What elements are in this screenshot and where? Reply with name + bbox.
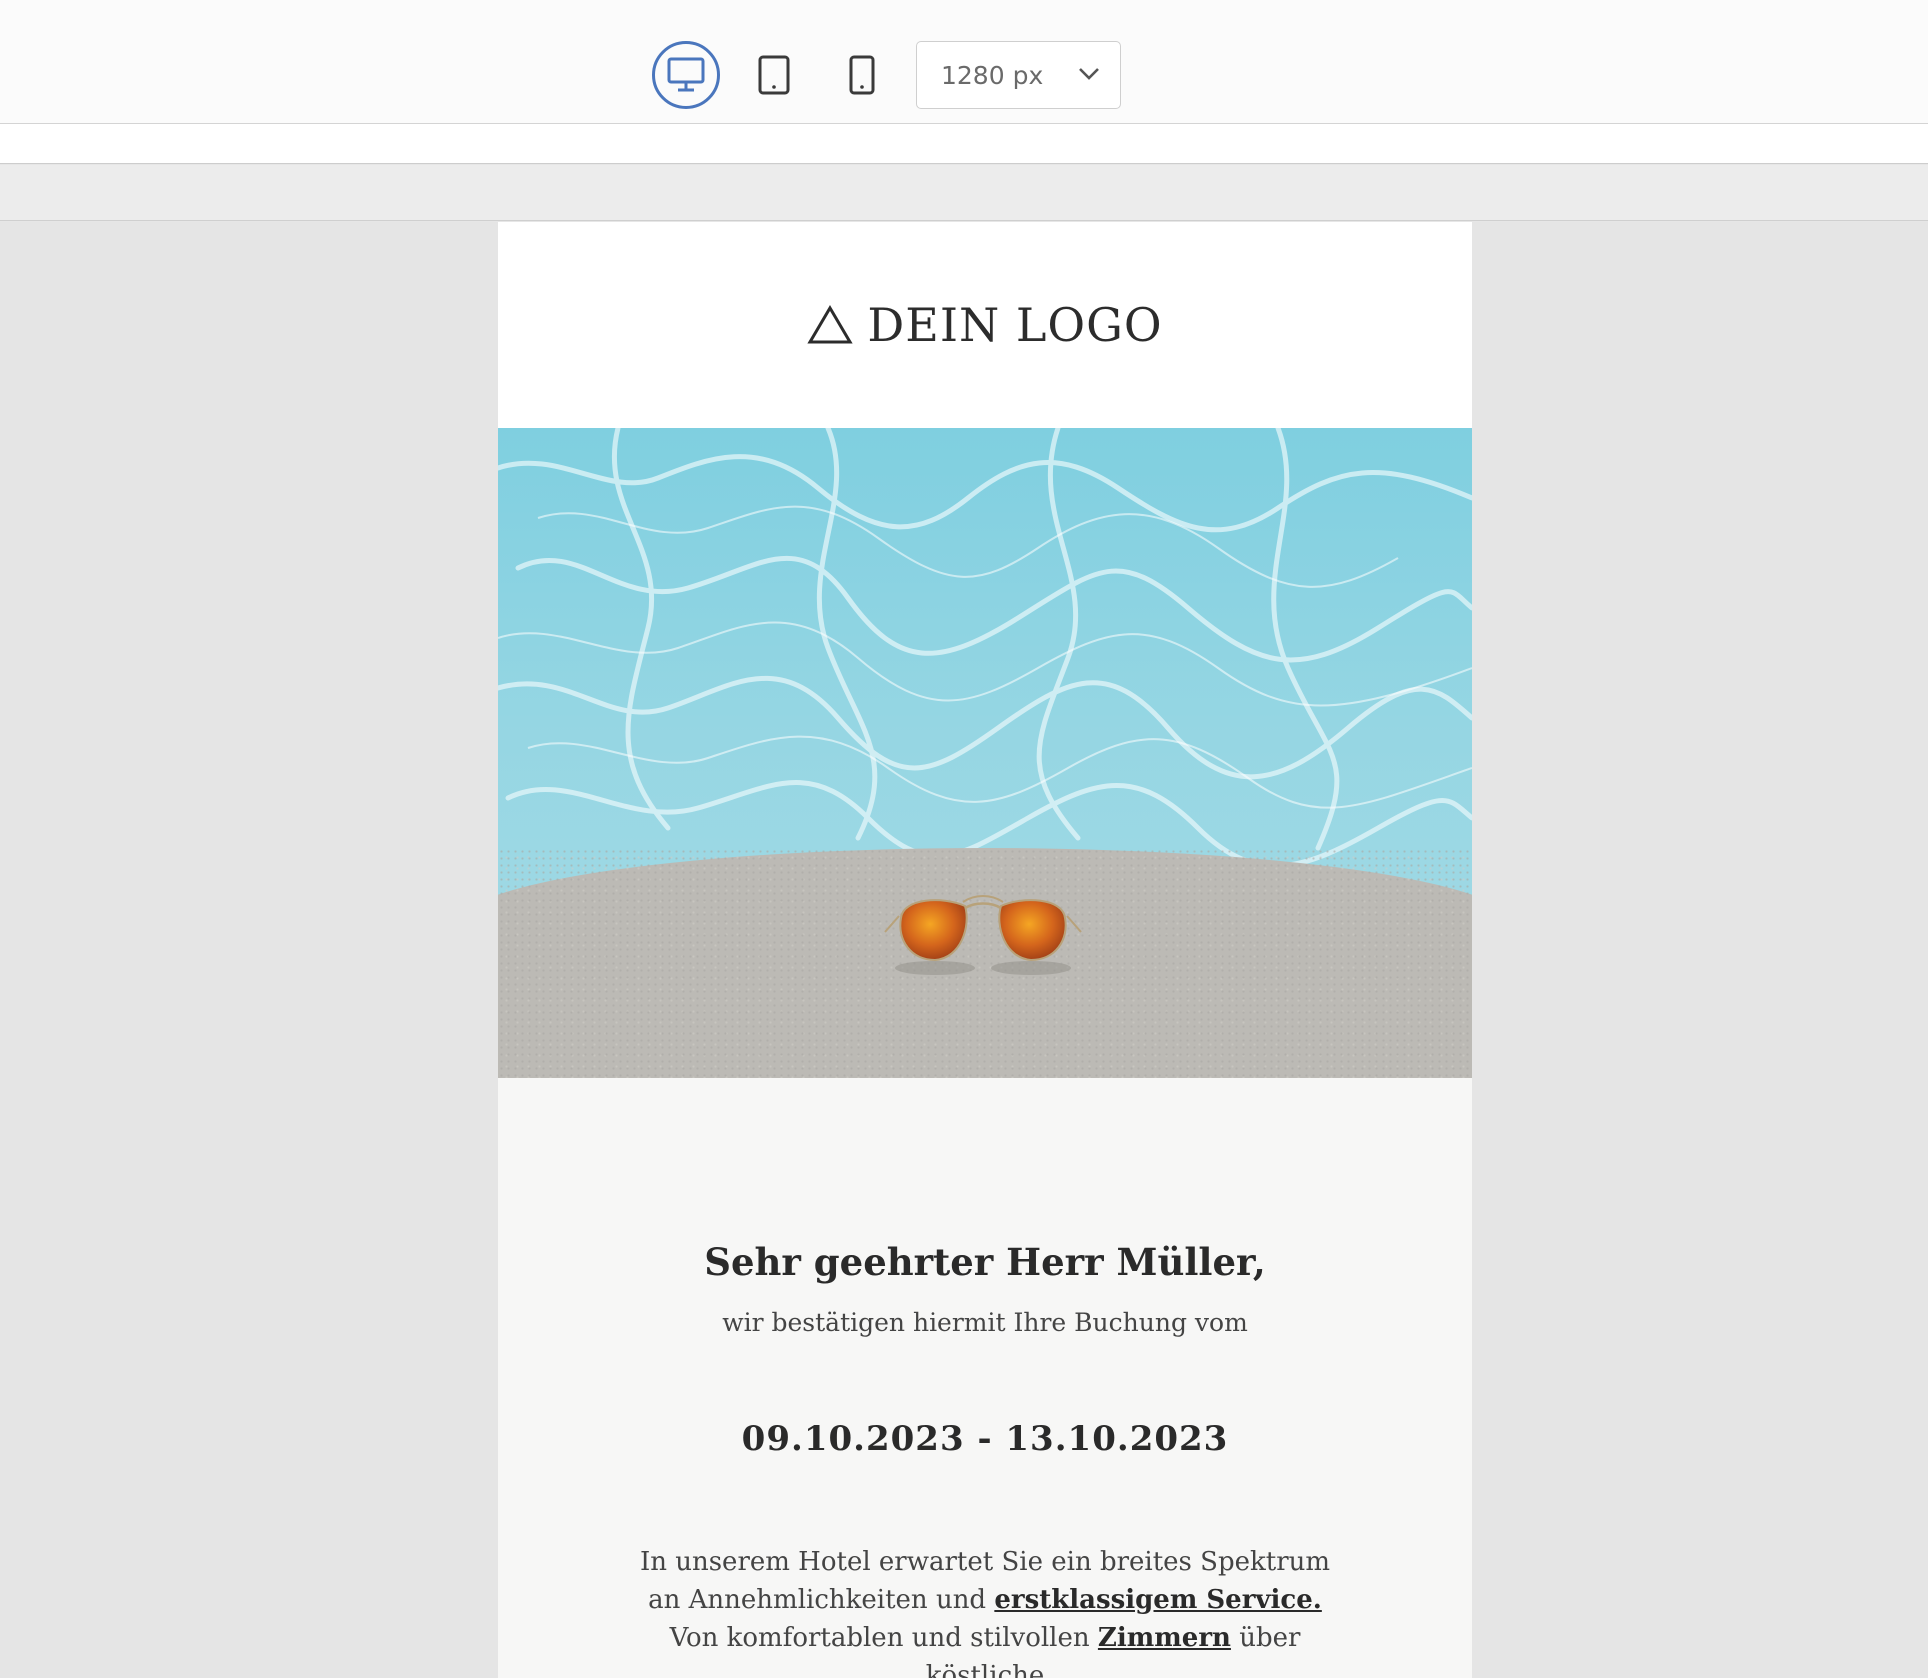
mobile-icon <box>849 55 875 95</box>
tablet-view-button[interactable] <box>740 41 808 109</box>
triangle-icon <box>807 305 853 344</box>
preview-header-band <box>0 165 1928 221</box>
chevron-down-icon <box>1079 68 1099 80</box>
mobile-view-button[interactable] <box>828 41 896 109</box>
width-select[interactable]: 1280 px <box>916 41 1121 109</box>
email-header: DEIN LOGO <box>498 222 1472 428</box>
body-paragraph: In unserem Hotel erwartet Sie ein breite… <box>625 1543 1345 1678</box>
logo: DEIN LOGO <box>807 298 1162 352</box>
intro-text: wir bestätigen hiermit Ihre Buchung vom <box>722 1308 1248 1337</box>
preview-toolbar: 1280 px <box>0 0 1928 124</box>
email-preview: DEIN LOGO Sehr geehrter Herr Müller, wir… <box>498 222 1472 1678</box>
hero-image <box>498 428 1472 1078</box>
booking-dates: 09.10.2023 - 13.10.2023 <box>741 1419 1229 1459</box>
rooms-link[interactable]: Zimmern <box>1098 1623 1231 1653</box>
tablet-icon <box>758 55 790 95</box>
preview-subbar <box>0 124 1928 164</box>
service-link[interactable]: erstklassigem Service. <box>994 1585 1322 1615</box>
greeting-heading: Sehr geehrter Herr Müller, <box>704 1240 1266 1284</box>
email-content: Sehr geehrter Herr Müller, wir bestätige… <box>498 1078 1472 1678</box>
sunglasses-graphic <box>884 895 1082 975</box>
body-text-part: Von komfortablen und stilvollen <box>669 1623 1090 1653</box>
desktop-view-button[interactable] <box>652 41 720 109</box>
desktop-icon <box>667 57 705 92</box>
width-select-value: 1280 px <box>941 60 1044 90</box>
logo-text: DEIN LOGO <box>867 298 1163 352</box>
